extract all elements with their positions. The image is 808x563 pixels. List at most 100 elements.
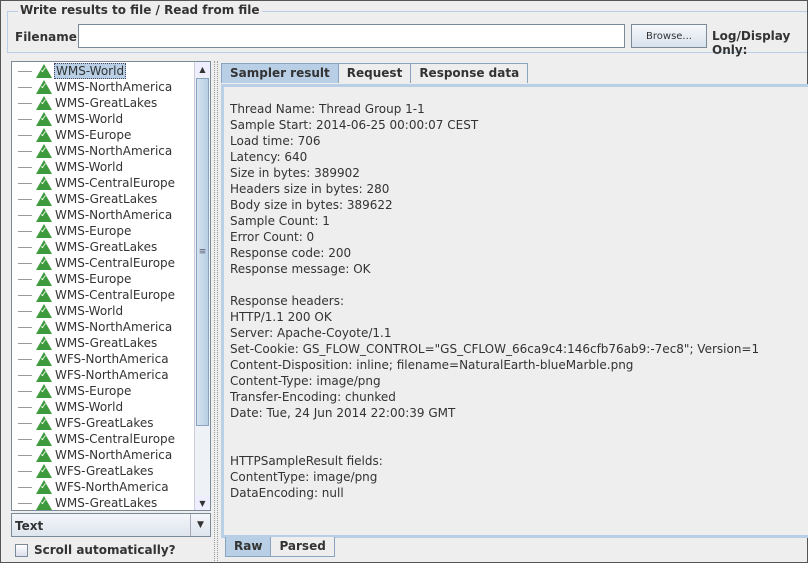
tree-line — [18, 262, 32, 264]
tree-item[interactable]: WFS-NorthAmerica — [12, 367, 170, 383]
log-display-only-label: Log/Display Only: — [712, 29, 791, 57]
tab-response-data[interactable]: Response data — [410, 63, 529, 83]
tree-line — [18, 150, 32, 152]
browse-button[interactable]: Browse... — [631, 24, 707, 48]
scroll-down-icon[interactable]: ▼ — [195, 496, 210, 510]
tree-line — [18, 502, 32, 504]
scroll-automatically-checkbox[interactable]: Scroll automatically? — [15, 543, 176, 557]
tree-item[interactable]: WMS-NorthAmerica — [12, 143, 173, 159]
result-line — [230, 277, 803, 293]
tree-line — [18, 118, 32, 120]
success-triangle-icon — [36, 240, 52, 254]
tree-line — [18, 214, 32, 216]
result-line: Thread Name: Thread Group 1-1 — [230, 102, 425, 116]
tree-item[interactable]: WMS-GreatLakes — [12, 191, 158, 207]
tree-item-label: WFS-NorthAmerica — [55, 352, 169, 366]
tree-item-label: WMS-Europe — [55, 224, 132, 238]
checkbox-icon[interactable] — [15, 543, 28, 557]
tree-line — [18, 486, 32, 488]
tab-parsed[interactable]: Parsed — [270, 537, 335, 557]
tree-item[interactable]: WMS-NorthAmerica — [12, 447, 173, 463]
success-triangle-icon — [36, 128, 52, 142]
tree-item[interactable]: WMS-GreatLakes — [12, 335, 158, 351]
success-triangle-icon — [36, 384, 52, 398]
tree-item[interactable]: WMS-GreatLakes — [12, 95, 158, 111]
tree-item[interactable]: WMS-CentralEurope — [12, 175, 176, 191]
tree-item[interactable]: WFS-GreatLakes — [12, 463, 155, 479]
tree-item[interactable]: WMS-GreatLakes — [12, 495, 158, 510]
tree-item[interactable]: WMS-NorthAmerica — [12, 207, 173, 223]
tree-item[interactable]: WMS-Europe — [12, 127, 132, 143]
tree-line — [18, 102, 32, 104]
tree-line — [18, 454, 32, 456]
tree-item[interactable]: WMS-Europe — [12, 271, 132, 287]
tree-item[interactable]: WMS-World — [12, 111, 124, 127]
filename-label: Filename — [15, 30, 77, 44]
tree-line — [18, 278, 32, 280]
file-group: Write results to file / Read from file F… — [7, 3, 807, 57]
renderer-selected: Text — [15, 519, 44, 533]
tree-item-label: WMS-World — [55, 112, 124, 126]
result-line: Response message: OK — [230, 262, 371, 276]
split-pane-divider[interactable] — [214, 61, 218, 561]
result-line: DataEncoding: null — [230, 486, 344, 500]
file-group-title: Write results to file / Read from file — [18, 3, 262, 17]
tree-item[interactable]: WMS-World — [12, 303, 124, 319]
tree-item-label: WMS-GreatLakes — [55, 240, 158, 254]
tree-line — [18, 406, 32, 408]
tree-line — [18, 358, 32, 360]
tree-item-label: WMS-Europe — [55, 128, 132, 142]
success-triangle-icon — [36, 176, 52, 190]
renderer-select[interactable]: Text ▼ — [11, 513, 211, 537]
filename-input[interactable] — [78, 24, 625, 48]
tree-item[interactable]: WMS-World — [12, 159, 124, 175]
tree-item[interactable]: WMS-CentralEurope — [12, 287, 176, 303]
result-line: Latency: 640 — [230, 150, 308, 164]
result-line: ContentType: image/png — [230, 470, 378, 484]
tree-item[interactable]: WMS-World — [12, 63, 127, 79]
scroll-up-icon[interactable]: ▲ — [195, 62, 210, 76]
tree-item-label: WMS-NorthAmerica — [55, 208, 173, 222]
tree-item[interactable]: WMS-NorthAmerica — [12, 319, 173, 335]
result-line: Error Count: 0 — [230, 230, 315, 244]
tree-item[interactable]: WMS-GreatLakes — [12, 239, 158, 255]
success-triangle-icon — [36, 432, 52, 446]
tree-item[interactable]: WMS-World — [12, 399, 124, 415]
tree-line — [18, 422, 32, 424]
result-line: Sample Count: 1 — [230, 214, 330, 228]
success-triangle-icon — [36, 304, 52, 318]
tree-line — [18, 310, 32, 312]
tab-request[interactable]: Request — [337, 63, 412, 83]
tree-item-label: WMS-World — [55, 304, 124, 318]
tree-item-label: WMS-CentralEurope — [55, 432, 176, 446]
result-line: HTTP/1.1 200 OK — [230, 310, 332, 324]
result-line: Transfer-Encoding: chunked — [230, 390, 396, 404]
tree-line — [18, 438, 32, 440]
tree-item[interactable]: WFS-NorthAmerica — [12, 351, 170, 367]
tree-item[interactable]: WMS-Europe — [12, 223, 132, 239]
scroll-thumb[interactable]: ≡ — [196, 78, 209, 426]
tab-sampler-result[interactable]: Sampler result — [221, 63, 339, 83]
tree-item[interactable]: WMS-CentralEurope — [12, 431, 176, 447]
tree-scrollbar[interactable]: ▲ ≡ ▼ — [194, 62, 210, 510]
tree-item[interactable]: WMS-NorthAmerica — [12, 79, 173, 95]
tree-item[interactable]: WMS-Europe — [12, 383, 132, 399]
results-tree[interactable]: WMS-WorldWMS-NorthAmericaWMS-GreatLakesW… — [11, 61, 211, 511]
tree-item-label: WMS-GreatLakes — [55, 496, 158, 510]
tree-item[interactable]: WFS-GreatLakes — [12, 415, 155, 431]
success-triangle-icon — [36, 256, 52, 270]
result-line: Set-Cookie: GS_FLOW_CONTROL="GS_CFLOW_66… — [230, 342, 760, 356]
tree-line — [18, 246, 32, 248]
tree-item[interactable]: WFS-NorthAmerica — [12, 479, 170, 495]
chevron-down-icon[interactable]: ▼ — [190, 514, 210, 536]
tree-item-label: WMS-Europe — [55, 384, 132, 398]
success-triangle-icon — [36, 480, 52, 494]
tree-item[interactable]: WMS-CentralEurope — [12, 255, 176, 271]
tab-raw[interactable]: Raw — [225, 537, 272, 557]
success-triangle-icon — [36, 464, 52, 478]
tree-item-label: WMS-GreatLakes — [55, 192, 158, 206]
sampler-result-text[interactable]: Thread Name: Thread Group 1-1 Sample Star… — [221, 84, 808, 538]
result-line: Response headers: — [230, 294, 345, 308]
result-line: HTTPSampleResult fields: — [230, 454, 383, 468]
tree-item-label: WMS-CentralEurope — [55, 256, 176, 270]
